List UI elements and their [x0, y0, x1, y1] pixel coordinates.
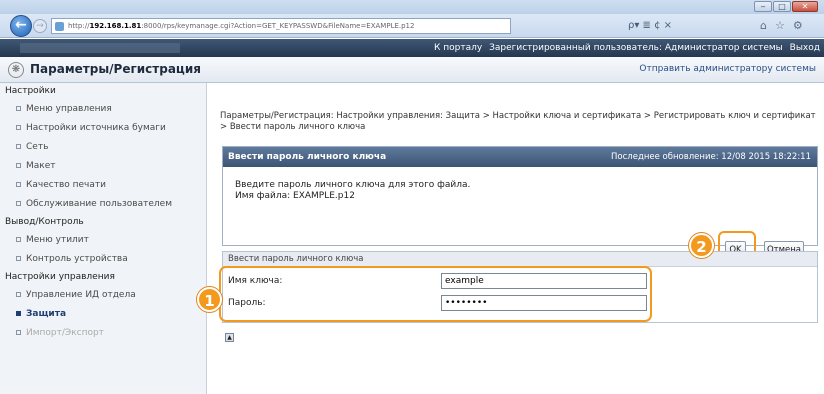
browser-navbar: ← → http://192.168.1.81:8000/rps/keymana… [0, 14, 824, 38]
portal-link[interactable]: К порталу [434, 43, 482, 53]
sidebar-item-label: Защита [26, 309, 67, 319]
sidebar-section-settings[interactable]: Настройки [0, 83, 206, 100]
sidebar-item-label: Импорт/Экспорт [26, 328, 104, 338]
last-updated-timestamp: Последнее обновление: 12/08 2015 18:22:1… [611, 152, 811, 162]
sidebar-item-import-export[interactable]: Импорт/Экспорт [0, 324, 206, 343]
topbar-links: К порталу Зарегистрированный пользовател… [430, 39, 820, 57]
sidebar-item-layout[interactable]: Макет [0, 157, 206, 176]
filename-text: Имя файла: EXAMPLE.p12 [235, 191, 355, 201]
instruction-text: Введите пароль личного ключа для этого ф… [235, 180, 471, 190]
form-highlight-ring [219, 266, 652, 322]
callout-badge-1: 1 [197, 287, 222, 312]
bullet-icon [16, 182, 21, 187]
sidebar-item-device-control[interactable]: Контроль устройства [0, 250, 206, 269]
sidebar-item-label: Меню утилит [26, 235, 89, 245]
page-favicon-icon [55, 22, 64, 31]
sidebar-section-output-control[interactable]: Вывод/Контроль [0, 214, 206, 231]
sidebar-item-print-quality[interactable]: Качество печати [0, 176, 206, 195]
address-host: 192.168.1.81 [89, 22, 142, 30]
bullet-icon [16, 292, 21, 297]
sidebar-section-management-settings[interactable]: Настройки управления [0, 269, 206, 286]
forward-arrow-icon[interactable]: → [33, 19, 47, 33]
bullet-icon [16, 330, 21, 335]
sidebar-item-department-id[interactable]: Управление ИД отдела [0, 286, 206, 305]
address-path: :8000/rps/keymanage.cgi?Action=GET_KEYPA… [141, 22, 415, 30]
logged-in-user: Зарегистрированный пользователь: Админис… [489, 43, 783, 53]
sidebar-item-paper-source[interactable]: Настройки источника бумаги [0, 119, 206, 138]
sidebar-item-label: Макет [26, 161, 56, 171]
minimize-button[interactable]: ‒ [754, 1, 772, 12]
sidebar-item-user-maintenance[interactable]: Обслуживание пользователем [0, 195, 206, 214]
device-topbar: К порталу Зарегистрированный пользовател… [0, 39, 824, 57]
address-bar[interactable]: http://192.168.1.81:8000/rps/keymanage.c… [51, 18, 511, 34]
bullet-icon [16, 201, 21, 206]
bullet-icon [16, 311, 21, 316]
mail-admin-link[interactable]: Отправить администратору системы [639, 64, 816, 74]
sidebar-item-control-menu[interactable]: Меню управления [0, 100, 206, 119]
bullet-icon [16, 256, 21, 261]
browser-toolbar-icons: ⌂ ☆ ⚙ [760, 18, 803, 34]
callout-badge-2: 2 [689, 233, 714, 258]
panel-body: Введите пароль личного ключа для этого ф… [223, 167, 817, 202]
sidebar-item-security[interactable]: Защита [0, 305, 206, 324]
sidebar-item-label: Управление ИД отдела [26, 290, 136, 300]
sidebar-item-network[interactable]: Сеть [0, 138, 206, 157]
bullet-icon [16, 163, 21, 168]
page-top-icon[interactable]: ▲ [225, 333, 234, 342]
panel-title: Ввести пароль личного ключа [228, 152, 387, 162]
close-window-button[interactable]: ✕ [792, 1, 818, 12]
sidebar-item-label: Настройки источника бумаги [26, 123, 166, 133]
maximize-button[interactable]: □ [773, 1, 791, 12]
bullet-icon [16, 144, 21, 149]
logout-link[interactable]: Выход [790, 43, 820, 53]
favorites-star-icon[interactable]: ☆ [775, 18, 785, 34]
sidebar-item-label: Качество печати [26, 180, 106, 190]
page-header: ❋ Параметры/Регистрация Отправить админи… [0, 57, 824, 83]
bullet-icon [16, 106, 21, 111]
sidebar-item-label: Сеть [26, 142, 49, 152]
bullet-icon [16, 237, 21, 242]
sidebar-item-utility-menu[interactable]: Меню утилит [0, 231, 206, 250]
search-and-refresh-icons[interactable]: ρ▾ ≣ ¢ × [628, 18, 672, 34]
device-name-blurred [20, 43, 180, 53]
home-icon[interactable]: ⌂ [760, 18, 767, 34]
page-title: Параметры/Регистрация [30, 62, 201, 76]
form-header: Ввести пароль личного ключа [223, 252, 817, 267]
sidebar: Настройки Меню управления Настройки исто… [0, 83, 207, 394]
window-controls: ‒ □ ✕ [754, 1, 818, 12]
sidebar-item-label: Контроль устройства [26, 254, 128, 264]
sidebar-item-label: Обслуживание пользователем [26, 199, 172, 209]
window-titlebar: ‒ □ ✕ [0, 0, 824, 14]
bullet-icon [16, 125, 21, 130]
panel-header: Ввести пароль личного ключа Последнее об… [223, 147, 817, 167]
gear-icon[interactable]: ⚙ [793, 18, 803, 34]
address-bar-tools[interactable]: ρ▾ ≣ ¢ × [628, 18, 672, 34]
breadcrumb[interactable]: Параметры/Регистрация: Настройки управле… [220, 111, 818, 133]
sidebar-item-label: Меню управления [26, 104, 112, 114]
back-arrow-icon[interactable]: ← [10, 15, 32, 37]
settings-registration-icon: ❋ [8, 62, 24, 78]
address-prefix: http:// [68, 22, 90, 30]
